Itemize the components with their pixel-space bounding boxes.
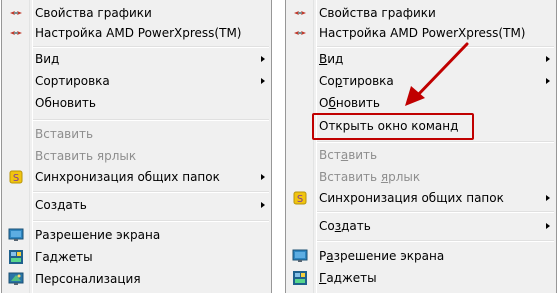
amd-logo-icon xyxy=(294,31,306,35)
label-text: аджеты xyxy=(326,271,377,285)
menu-item-label: Вид xyxy=(35,52,60,66)
menu-item-sync-folders[interactable]: S Синхронизация общих папок xyxy=(2,166,271,188)
menu-item-label: Разрешение экрана xyxy=(319,245,444,267)
menu-item-gadgets[interactable]: Гаджеты xyxy=(286,267,556,289)
menu-item-label: Разрешение экрана xyxy=(35,228,161,242)
amd-logo-icon xyxy=(10,31,22,35)
menu-item-label: Вставить xyxy=(319,144,377,166)
access-key: б xyxy=(328,96,336,110)
menu-item-screen-resolution[interactable]: Разрешение экрана xyxy=(2,224,271,246)
label-text: новить xyxy=(335,96,380,110)
submenu-arrow-icon xyxy=(546,78,550,84)
label-text: зрешение экрана xyxy=(333,249,445,263)
monitor-icon xyxy=(8,228,24,241)
menu-item-label: Вставить ярлык xyxy=(35,149,137,163)
menu-item-personalization[interactable]: Персонализация xyxy=(2,268,271,290)
annotation-arrow-icon xyxy=(405,42,469,106)
label-text: Со xyxy=(319,219,335,233)
menu-item-label: Синхронизация общих папок xyxy=(319,191,504,205)
menu-item-paste-shortcut[interactable]: Вставить ярлык xyxy=(286,166,556,188)
submenu-arrow-icon xyxy=(261,56,265,62)
personalization-icon xyxy=(8,272,24,285)
label-text: вить xyxy=(348,148,378,162)
menu-item-label: Вставить xyxy=(35,127,94,141)
submenu-arrow-icon xyxy=(546,195,550,201)
menu-item-label: Обновить xyxy=(319,92,380,114)
menu-item-paste-shortcut[interactable]: Вставить ярлык xyxy=(2,145,271,167)
submenu-arrow-icon xyxy=(546,223,550,229)
sync-center-icon: S xyxy=(293,191,307,205)
label-text: Вст xyxy=(319,148,341,162)
access-key: а xyxy=(326,249,334,263)
menu-item-label: Создать xyxy=(35,198,87,212)
menu-item-paste[interactable]: Вставить xyxy=(286,144,556,166)
menu-separator xyxy=(317,240,554,242)
menu-item-label: Обновить xyxy=(35,96,96,110)
menu-item-graphics-properties[interactable]: Свойства графики xyxy=(286,2,556,24)
gadgets-icon xyxy=(9,250,23,264)
monitor-icon xyxy=(292,249,308,262)
menu-item-amd-powerxpress[interactable]: Настройка AMD PowerXpress(TM) xyxy=(2,22,271,44)
svg-text:S: S xyxy=(13,173,19,184)
menu-item-create[interactable]: Создать xyxy=(286,215,556,237)
menu-item-label: Сортировка xyxy=(35,74,110,88)
gadgets-icon xyxy=(293,271,307,285)
access-key: В xyxy=(319,52,328,66)
menu-item-label: Персонализация xyxy=(35,272,141,286)
submenu-arrow-icon xyxy=(261,202,265,208)
submenu-arrow-icon xyxy=(261,174,265,180)
menu-item-label: Синхронизация общих папок xyxy=(35,170,220,184)
menu-item-graphics-properties[interactable]: Свойства графики xyxy=(2,2,271,24)
menu-item-sync-folders[interactable]: S Синхронизация общих папок xyxy=(286,187,556,209)
submenu-arrow-icon xyxy=(546,56,550,62)
label-text: рлык xyxy=(388,170,421,184)
menu-item-label: Гаджеты xyxy=(319,267,377,289)
sync-center-icon: S xyxy=(9,170,23,184)
menu-item-screen-resolution[interactable]: Разрешение экрана xyxy=(286,245,556,267)
menu-item-sort[interactable]: Сортировка xyxy=(2,70,271,92)
menu-item-label: Настройка AMD PowerXpress(TM) xyxy=(35,26,242,40)
context-menu-left: Свойства графики Настройка AMD PowerXpre… xyxy=(1,0,272,293)
menu-item-label: Гаджеты xyxy=(35,250,93,264)
menu-item-label: Свойства графики xyxy=(35,6,152,20)
label-text: тировка xyxy=(342,74,394,88)
menu-separator xyxy=(33,220,269,222)
menu-separator xyxy=(33,119,269,121)
amd-logo-icon xyxy=(294,11,306,15)
menu-item-view[interactable]: Вид xyxy=(2,48,271,70)
menu-item-label: Свойства графики xyxy=(319,6,436,20)
label-text: дать xyxy=(341,219,371,233)
menu-item-paste[interactable]: Вставить xyxy=(2,123,271,145)
menu-item-label: Вставить ярлык xyxy=(319,166,420,188)
label-text: Со xyxy=(319,74,335,88)
menu-separator xyxy=(33,191,269,193)
highlight-box xyxy=(312,113,474,140)
label-text: Вставить xyxy=(319,170,381,184)
amd-logo-icon xyxy=(10,11,22,15)
submenu-arrow-icon xyxy=(261,78,265,84)
menu-item-refresh[interactable]: Обновить xyxy=(2,92,271,114)
label-text: ид xyxy=(327,52,344,66)
menu-item-label: Создать xyxy=(319,215,371,237)
menu-item-label: Вид xyxy=(319,48,343,70)
menu-item-label: Сортировка xyxy=(319,70,394,92)
menu-item-create[interactable]: Создать xyxy=(2,194,271,216)
svg-text:S: S xyxy=(297,194,303,205)
menu-separator xyxy=(317,211,554,213)
menu-separator xyxy=(317,141,554,143)
menu-item-gadgets[interactable]: Гаджеты xyxy=(2,246,271,268)
